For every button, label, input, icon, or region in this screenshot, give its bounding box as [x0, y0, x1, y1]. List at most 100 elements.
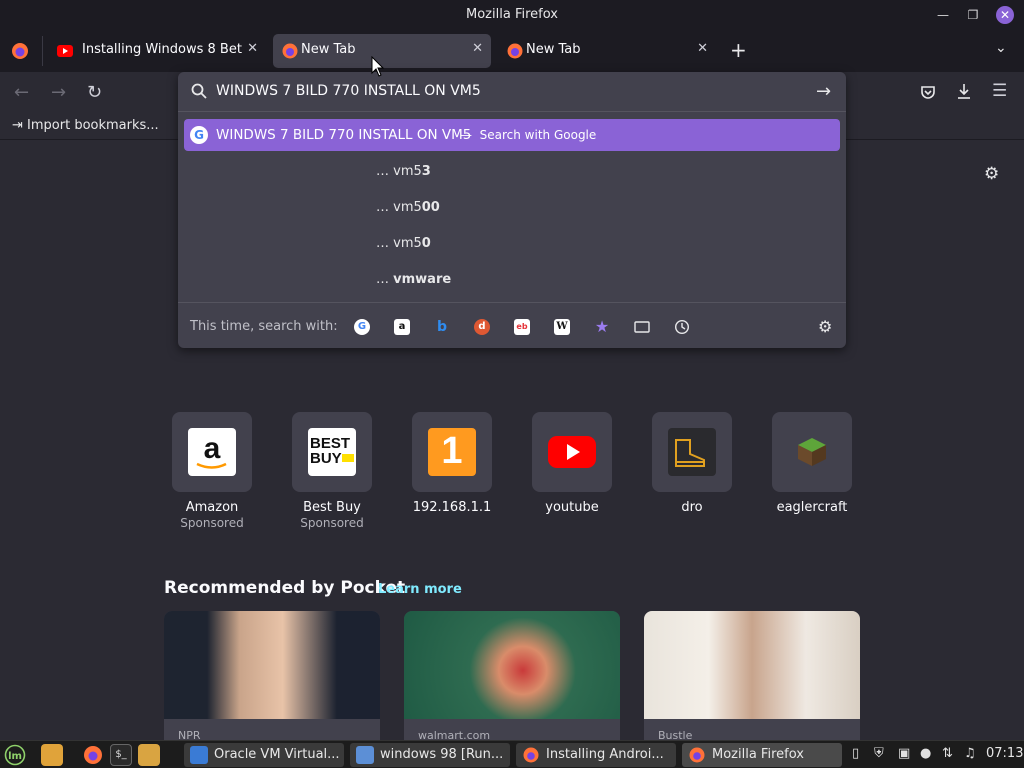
top-site-tile[interactable]: a: [172, 412, 252, 492]
taskbar-item-windows-98[interactable]: windows 98 [Run...: [350, 743, 510, 767]
maximize-button[interactable]: ❐: [964, 6, 982, 24]
close-tab-icon[interactable]: ✕: [472, 41, 483, 56]
pocket-card[interactable]: Bustle: [644, 611, 860, 745]
firefox-window-icon: [689, 747, 705, 763]
search-suggestion[interactable]: … vmware: [376, 272, 451, 287]
top-site-dro[interactable]: dro: [652, 412, 732, 515]
top-site-name: Best Buy: [303, 500, 361, 515]
search-with-label: This time, search with:: [190, 319, 338, 334]
mint-menu-icon[interactable]: lm: [4, 744, 26, 766]
top-site-tile[interactable]: BEST BUY: [292, 412, 372, 492]
top-site-router[interactable]: 1 192.168.1.1: [412, 412, 492, 515]
mouse-pointer-icon: [371, 56, 385, 77]
youtube-logo-icon: [548, 436, 596, 468]
taskbar-item-label: Installing Androi...: [546, 747, 664, 762]
close-tab-icon[interactable]: ✕: [247, 41, 258, 56]
search-icon: [191, 83, 207, 99]
top-site-eaglercraft[interactable]: eaglercraft: [772, 412, 852, 515]
pocket-card[interactable]: NPR: [164, 611, 380, 745]
clipboard-tray-icon[interactable]: ▯: [852, 746, 859, 761]
shield-tray-icon[interactable]: ⛨: [874, 746, 884, 761]
taskbar: lm $_ Oracle VM Virtual... windows 98 [R…: [0, 740, 1024, 768]
top-site-tile[interactable]: [652, 412, 732, 492]
top-site-best-buy[interactable]: BEST BUY Best Buy Sponsored: [292, 412, 372, 530]
top-site-youtube[interactable]: youtube: [532, 412, 612, 515]
update-tray-icon[interactable]: ▣: [898, 746, 910, 761]
search-suggestion[interactable]: … vm53: [376, 164, 431, 179]
top-site-tile[interactable]: 1: [412, 412, 492, 492]
firefox-favicon-icon: [507, 43, 523, 59]
number-one-logo-icon: 1: [428, 428, 476, 476]
taskbar-item-mozilla-firefox[interactable]: Mozilla Firefox: [682, 743, 842, 767]
pocket-icon[interactable]: [920, 84, 936, 100]
vm-instance-icon: [356, 746, 374, 764]
pocket-learn-more-link[interactable]: Learn more: [378, 582, 462, 597]
file-manager-icon[interactable]: [138, 744, 160, 766]
sound-tray-icon[interactable]: ♫: [964, 746, 976, 761]
downloads-icon[interactable]: [956, 83, 972, 101]
window-title: Mozilla Firefox: [466, 7, 558, 22]
hamburger-menu-icon[interactable]: ☰: [992, 81, 1007, 101]
taskbar-item-oracle-vm[interactable]: Oracle VM Virtual...: [184, 743, 344, 767]
import-bookmarks-label: Import bookmarks...: [27, 118, 159, 133]
files-folder-icon[interactable]: [41, 744, 63, 766]
network-tray-icon[interactable]: ⇅: [942, 746, 953, 761]
taskbar-item-label: Mozilla Firefox: [712, 747, 804, 762]
close-window-button[interactable]: ✕: [996, 6, 1014, 24]
tab-separator: [42, 36, 43, 66]
bing-engine-icon[interactable]: b: [434, 319, 450, 335]
back-arrow-icon[interactable]: ←: [14, 82, 29, 103]
urlbar-dropdown: WINDWS 7 BILD 770 INSTALL ON VM5 → G WIN…: [178, 72, 846, 348]
top-site-amazon[interactable]: a Amazon Sponsored: [172, 412, 252, 530]
terminal-icon[interactable]: $_: [110, 744, 132, 766]
title-bar: Mozilla Firefox — ❐ ✕: [0, 0, 1024, 30]
user-tray-icon[interactable]: ●: [920, 746, 931, 761]
customize-gear-icon[interactable]: ⚙: [984, 164, 999, 184]
search-suggestion[interactable]: … vm50: [376, 236, 431, 251]
urlbar-input-row: WINDWS 7 BILD 770 INSTALL ON VM5 →: [178, 72, 846, 112]
firefox-favicon-icon: [282, 43, 298, 59]
minimize-button[interactable]: —: [934, 6, 952, 24]
sponsored-label: Sponsored: [300, 516, 364, 530]
tab-new-tab[interactable]: New Tab ✕: [498, 34, 716, 68]
svg-text:lm: lm: [8, 751, 22, 762]
tabs-engine-icon[interactable]: [634, 319, 650, 335]
google-engine-icon[interactable]: G: [354, 319, 370, 335]
search-suggestion-highlighted[interactable]: G WINDWS 7 BILD 770 INSTALL ON VM5 — Sea…: [184, 119, 840, 151]
ebay-engine-icon[interactable]: eb: [514, 319, 530, 335]
taskbar-item-installing-android[interactable]: Installing Androi...: [516, 743, 676, 767]
top-site-tile[interactable]: [772, 412, 852, 492]
sponsored-label: Sponsored: [180, 516, 244, 530]
suggestion-action: — Search with Google: [460, 128, 597, 142]
tab-label: Installing Windows 8 Beta E: [82, 42, 242, 57]
pocket-card[interactable]: walmart.com: [404, 611, 620, 745]
best-buy-logo-icon: BEST BUY: [308, 428, 356, 476]
go-arrow-icon[interactable]: →: [816, 81, 831, 102]
urlbar-input[interactable]: WINDWS 7 BILD 770 INSTALL ON VM5: [216, 83, 481, 99]
close-tab-icon[interactable]: ✕: [697, 41, 708, 56]
duckduckgo-engine-icon[interactable]: d: [474, 319, 490, 335]
amazon-logo-icon: a: [188, 428, 236, 476]
firefox-view-icon[interactable]: [10, 41, 30, 61]
firefox-launcher-icon[interactable]: [82, 744, 104, 766]
bookmarks-star-icon[interactable]: ★: [594, 319, 610, 335]
forward-arrow-icon[interactable]: →: [51, 82, 66, 103]
boot-logo-icon: [668, 428, 716, 476]
import-bookmarks-button[interactable]: ⇥ Import bookmarks...: [12, 118, 159, 133]
clock[interactable]: 07:13: [986, 746, 1023, 761]
search-suggestion[interactable]: … vm500: [376, 200, 440, 215]
one-off-search-bar: This time, search with: G a b d eb W ★ ⚙: [178, 302, 846, 348]
virtualbox-icon: [190, 746, 208, 764]
top-site-name: 192.168.1.1: [412, 500, 492, 515]
top-site-tile[interactable]: [532, 412, 612, 492]
tab-installing-windows[interactable]: Installing Windows 8 Beta E ✕: [48, 34, 266, 68]
top-site-name: dro: [681, 500, 703, 515]
reload-icon[interactable]: ↻: [87, 82, 102, 103]
tab-label: New Tab: [526, 42, 581, 57]
new-tab-plus-icon[interactable]: +: [730, 38, 747, 62]
list-all-tabs-chevron-icon[interactable]: ⌄: [995, 40, 1007, 56]
amazon-engine-icon[interactable]: a: [394, 319, 410, 335]
history-clock-icon[interactable]: [674, 319, 690, 335]
search-settings-gear-icon[interactable]: ⚙: [818, 317, 832, 336]
wikipedia-engine-icon[interactable]: W: [554, 319, 570, 335]
